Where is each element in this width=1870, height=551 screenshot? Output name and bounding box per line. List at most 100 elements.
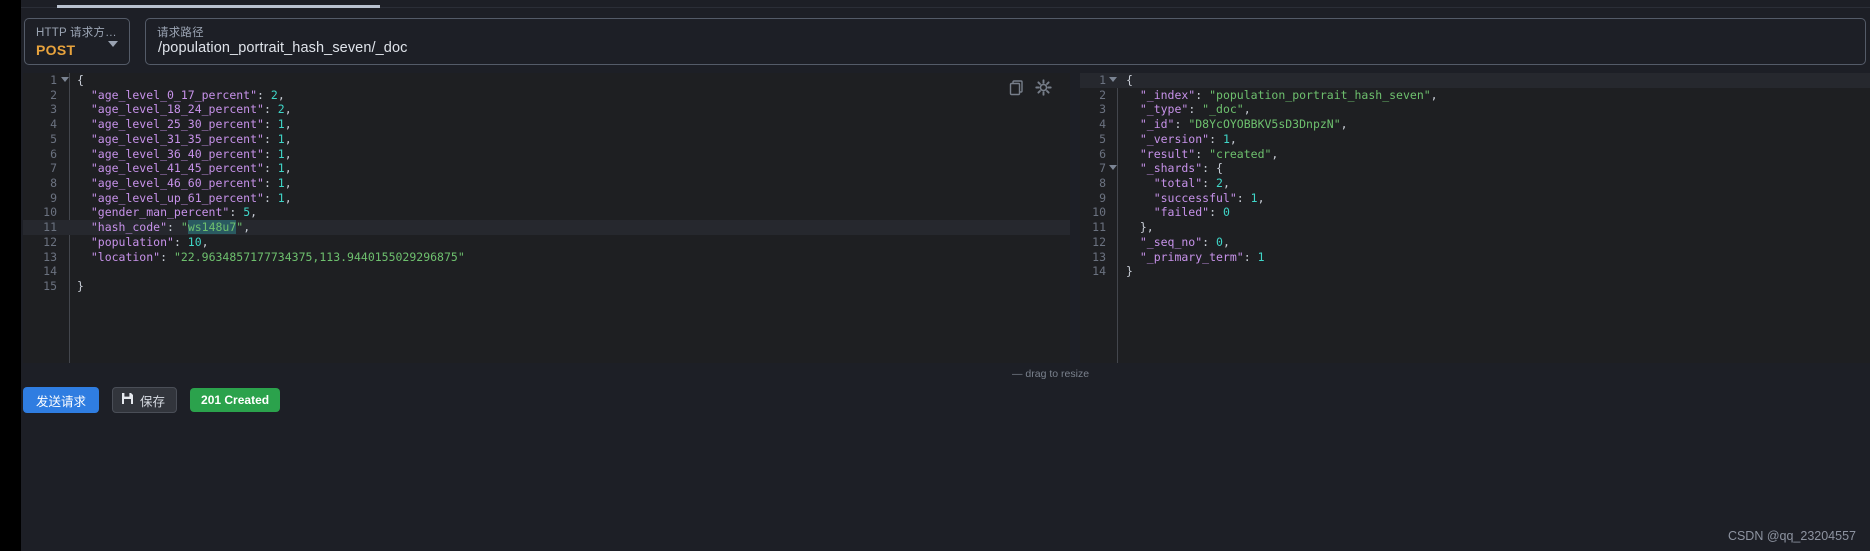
request-code-area[interactable]: 1{2 "age_level_0_17_percent": 2, 3 "age_l… [23,73,1070,363]
code-text: "_id": "D8YcOYOBBKV5sD3DnpzN", [1126,117,1348,132]
left-rail [0,0,21,551]
code-line[interactable]: 14} [1080,264,1870,279]
code-text: "_type": "_doc", [1126,102,1251,117]
code-token: , [284,190,292,205]
code-token: : [1195,146,1210,161]
code-token: 0 [1216,234,1223,249]
code-token: "_type" [1126,102,1189,117]
request-bar: HTTP 请求方… POST 请求路径 /population_portrait… [21,11,1870,67]
code-text: "age_level_31_35_percent": 1, [77,132,292,147]
fold-toggle-icon[interactable] [1109,165,1117,171]
response-code-area[interactable]: 1{2 "_index": "population_portrait_hash_… [1080,73,1870,363]
code-line[interactable]: 5 "_version": 1, [1080,132,1870,147]
code-token: "_doc" [1202,102,1244,117]
code-token: "successful" [1126,190,1237,205]
code-line[interactable]: 3 "_type": "_doc", [1080,102,1870,117]
save-button-label: 保存 [140,394,166,409]
request-path-input[interactable]: 请求路径 /population_portrait_hash_seven/_do… [145,18,1866,65]
code-text: "result": "created", [1126,146,1279,162]
code-line[interactable]: 5 "age_level_31_35_percent": 1, [23,132,1070,147]
code-line[interactable]: 7 "_shards": { [1080,161,1870,176]
code-token: : [167,220,181,235]
code-line[interactable]: 7 "age_level_41_45_percent": 1, [23,161,1070,176]
line-number: 10 [43,205,57,220]
send-request-button[interactable]: 发送请求 [23,387,100,413]
code-token: 1 [277,131,285,146]
drag-to-resize-hint[interactable]: — drag to resize [1012,368,1089,380]
code-token: , [243,220,251,235]
code-token: "age_level_25_30_percent" [77,117,264,132]
floppy-disk-icon [121,392,134,408]
code-line[interactable]: 1{ [23,73,1070,88]
code-token: "age_level_36_40_percent" [77,146,264,161]
code-token: " [180,220,188,235]
code-line[interactable]: 4 "age_level_25_30_percent": 1, [23,117,1070,132]
code-line[interactable]: 6 "age_level_36_40_percent": 1, [23,147,1070,162]
code-line[interactable]: 8 "total": 2, [1080,176,1870,191]
line-number: 7 [50,161,57,176]
code-token: ws148u7 [187,220,237,235]
editor-toolbar [1008,79,1052,96]
code-token: : [263,146,278,161]
http-method-select[interactable]: HTTP 请求方… POST [24,18,130,65]
code-line[interactable]: 3 "age_level_18_24_percent": 2, [23,102,1070,117]
code-text: "_version": 1, [1126,132,1237,147]
request-path-value: /population_portrait_hash_seven/_doc [158,40,408,56]
api-request-workspace: HTTP 请求方… POST 请求路径 /population_portrait… [0,0,1870,551]
code-line[interactable]: 10 "gender_man_percent": 5, [23,205,1070,220]
code-text: "_seq_no": 0, [1126,235,1230,250]
code-token: { [1126,73,1133,87]
code-line[interactable]: 13 "_primary_term": 1 [1080,250,1870,265]
code-token: : [1202,176,1217,191]
fold-toggle-icon[interactable] [1109,77,1117,82]
code-text: "failed": 0 [1126,205,1230,220]
code-token: 2 [270,87,278,102]
code-line[interactable]: 8 "age_level_46_60_percent": 1, [23,176,1070,191]
code-line[interactable]: 10 "failed": 0 [1080,205,1870,220]
code-token: 10 [187,234,202,249]
response-viewer[interactable]: 1{2 "_index": "population_portrait_hash_… [1080,73,1870,363]
gear-icon[interactable] [1035,79,1052,96]
code-text: "age_level_41_45_percent": 1, [77,161,292,176]
code-token: { [77,73,84,87]
line-number: 14 [43,264,57,279]
active-tab-indicator[interactable] [57,5,380,8]
code-line[interactable]: 12 "population": 10, [23,235,1070,250]
chevron-down-icon[interactable] [108,41,118,47]
save-button[interactable]: 保存 [112,387,178,413]
code-token: "_primary_term" [1126,249,1244,264]
code-line[interactable]: 12 "_seq_no": 0, [1080,235,1870,250]
line-number: 8 [1099,176,1106,191]
line-number: 12 [1092,234,1106,249]
code-line[interactable]: 9 "age_level_up_61_percent": 1, [23,191,1070,206]
code-token: "_seq_no" [1126,234,1203,249]
line-number: 10 [1092,205,1106,220]
code-token: "hash_code" [77,220,168,235]
code-line[interactable]: 4 "_id": "D8YcOYOBBKV5sD3DnpzN", [1080,117,1870,132]
code-token: , [1222,234,1230,249]
code-token: : [1243,249,1258,264]
code-line[interactable]: 9 "successful": 1, [1080,191,1870,206]
code-line[interactable]: 11 "hash_code": "ws148u7", [23,220,1070,235]
code-line[interactable]: 14 [23,264,1070,279]
line-number: 6 [1099,146,1106,161]
code-line[interactable]: 13 "location": "22.9634857177734375,113.… [23,250,1070,265]
code-line[interactable]: 11 }, [1080,220,1870,235]
fold-toggle-icon[interactable] [61,77,69,82]
code-line[interactable]: 2 "_index": "population_portrait_hash_se… [1080,88,1870,103]
line-number: 13 [1092,249,1106,264]
line-number: 9 [50,190,57,205]
line-number: 13 [43,249,57,264]
copy-icon[interactable] [1008,79,1025,96]
code-text: } [77,279,84,294]
code-token: : [263,176,278,191]
http-method-value: POST [36,42,76,58]
code-token: : [173,234,188,249]
code-token: , [284,176,292,191]
code-token: , [250,205,258,220]
code-line[interactable]: 6 "result": "created", [1080,147,1870,162]
code-line[interactable]: 15} [23,279,1070,294]
code-line[interactable]: 1{ [1080,73,1870,88]
code-line[interactable]: 2 "age_level_0_17_percent": 2, [23,88,1070,103]
request-body-editor[interactable]: 1{2 "age_level_0_17_percent": 2, 3 "age_l… [23,73,1070,363]
